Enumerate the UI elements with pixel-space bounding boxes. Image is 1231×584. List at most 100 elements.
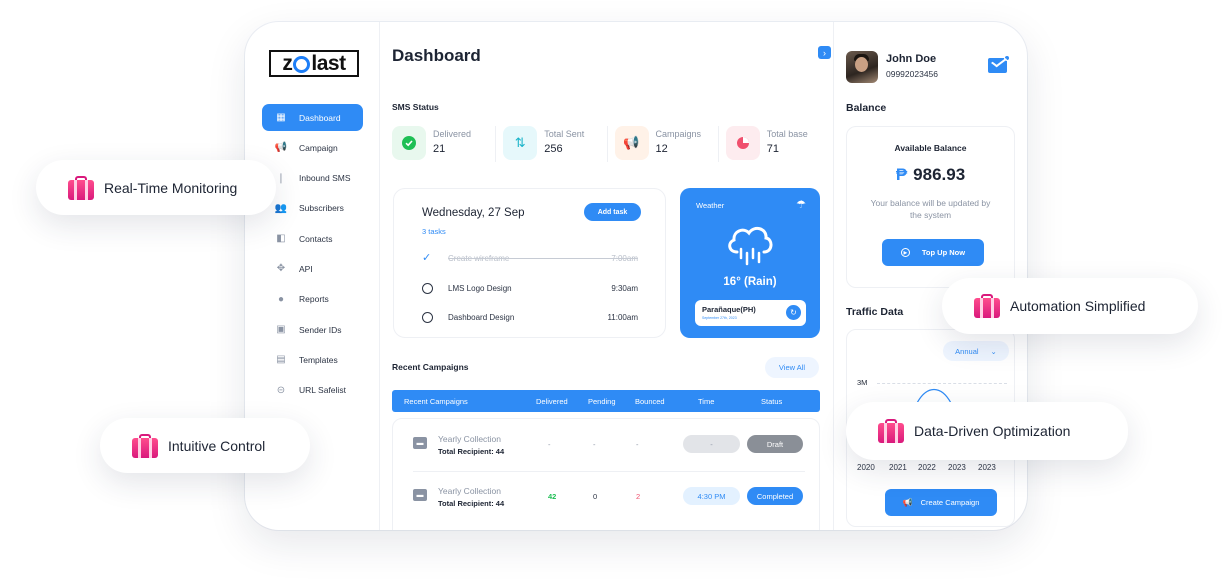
sidebar-item-url-safelist[interactable]: ⊝ URL Safelist	[262, 377, 363, 404]
mail-icon[interactable]	[988, 55, 1010, 73]
status-badge[interactable]: Draft	[747, 435, 803, 453]
x-axis-labels: 2020 2021 2022 2023 2023	[847, 463, 1014, 475]
tasks-date: Wednesday, 27 Sep	[422, 207, 525, 219]
balance-label: Available Balance	[894, 143, 967, 153]
feature-pill-intuitive: Intuitive Control	[100, 418, 310, 473]
year-label: 2020	[857, 463, 875, 472]
megaphone-icon: 📢	[902, 498, 913, 507]
balance-title: Balance	[846, 102, 887, 114]
sms-status-title: SMS Status	[392, 102, 439, 112]
subscribers-icon: 👥	[274, 202, 288, 214]
divider	[606, 126, 608, 162]
feature-pill-data: Data-Driven Optimization	[846, 402, 1128, 460]
logo-o-icon	[293, 56, 311, 73]
megaphone-icon: 📢	[614, 126, 649, 160]
campaign-recipients: Total Recipient: 44	[438, 447, 505, 456]
task-title: Dashboard Design	[448, 312, 515, 322]
user-name: John Doe	[886, 53, 937, 65]
stat-label: Total Sent	[544, 129, 585, 139]
peso-sign: ₱	[895, 165, 908, 184]
annual-label: Annual	[955, 346, 979, 356]
task-time: 9:30am	[611, 283, 638, 293]
sidebar-item-label: Templates	[299, 354, 338, 365]
top-up-label: Top Up Now	[921, 248, 966, 257]
task-item[interactable]: Dashboard Design 11:00am	[422, 310, 638, 324]
annual-dropdown[interactable]: Annual ⌄	[943, 341, 1009, 361]
pie-chart-icon	[725, 126, 760, 160]
time-cell: 4:30 PM	[683, 471, 740, 521]
sidebar-item-label: Campaign	[299, 142, 338, 153]
sidebar-item-sender-ids[interactable]: ▣ Sender IDs	[262, 316, 363, 343]
top-up-button[interactable]: ▶ Top Up Now	[882, 239, 984, 266]
sidebar-item-subscribers[interactable]: 👥 Subscribers	[262, 195, 363, 222]
refresh-icon: ↻	[790, 308, 797, 317]
sidebar-item-campaign[interactable]: 📢 Campaign	[262, 134, 363, 161]
link-icon: ⊝	[276, 384, 286, 396]
chevron-right-icon: ›	[823, 47, 826, 58]
avatar[interactable]	[846, 51, 878, 83]
inbound-icon: ❘	[276, 172, 286, 184]
stat-total-base: Total base 71	[725, 126, 822, 166]
api-icon: ✥	[276, 263, 286, 275]
chevron-down-icon: ⌄	[990, 346, 997, 356]
checkmark-icon[interactable]: ✓	[422, 252, 433, 264]
create-campaign-label: Create Campaign	[920, 498, 980, 507]
sidebar-item-dashboard[interactable]: ▦ Dashboard	[262, 104, 363, 131]
stat-label: Campaigns	[655, 129, 702, 139]
create-campaign-button[interactable]: 📢 Create Campaign	[885, 489, 997, 516]
main-content: Dashboard › SMS Status Delivered 21 ⇅ Tot…	[380, 22, 833, 530]
sidebar-item-inbound-sms[interactable]: ❘ Inbound SMS	[262, 165, 363, 192]
collapse-panel-button[interactable]: ›	[818, 46, 831, 59]
delivered-cell: 42	[548, 491, 557, 501]
arrows-updown-icon: ⇅	[503, 126, 538, 160]
stat-delivered: Delivered 21	[392, 126, 488, 166]
contacts-icon: ◧	[276, 233, 286, 245]
pill-label: Data-Driven Optimization	[914, 423, 1071, 439]
campaign-name: Yearly Collection	[438, 486, 501, 496]
megaphone-icon: 📢	[274, 142, 288, 154]
balance-card: Available Balance ₱ 986.93 Your balance w…	[846, 126, 1015, 288]
sidebar-item-api[interactable]: ✥ API	[262, 255, 363, 282]
tasks-count: 3 tasks	[422, 227, 446, 236]
radio-circle-icon[interactable]	[422, 282, 433, 294]
grid-icon: ▦	[276, 112, 286, 123]
radio-circle-icon[interactable]	[422, 311, 433, 323]
status-cell: Draft	[747, 419, 803, 469]
id-badge-icon: ▣	[276, 324, 286, 336]
sidebar-item-templates[interactable]: ▤ Templates	[262, 346, 363, 373]
task-item[interactable]: LMS Logo Design 9:30am	[422, 281, 638, 295]
column-header: Time	[698, 396, 715, 406]
briefcase-icon	[130, 433, 160, 458]
notification-dot	[1004, 55, 1010, 61]
add-task-button[interactable]: Add task	[584, 203, 641, 221]
sidebar-item-reports[interactable]: ● Reports	[262, 286, 363, 313]
refresh-button[interactable]: ↻	[786, 305, 801, 320]
year-label: 2023	[978, 463, 996, 472]
play-icon: ▶	[900, 248, 910, 257]
time-cell: -	[683, 419, 740, 469]
task-item[interactable]: ✓ Create wireframe 7:00am	[422, 251, 638, 265]
strikethrough	[448, 258, 638, 259]
delivered-cell: -	[548, 439, 551, 449]
table-row[interactable]: ▬ Yearly Collection Total Recipient: 44 …	[393, 471, 821, 521]
sidebar-item-label: Contacts	[299, 233, 333, 244]
bounced-cell: 2	[636, 491, 641, 501]
logo[interactable]: z last	[269, 50, 359, 77]
sms-stats: Delivered 21 ⇅ Total Sent 256 📢 Campaigns 1…	[392, 126, 822, 166]
balance-value: ₱ 986.93	[847, 165, 1014, 185]
view-all-button[interactable]: View All	[765, 357, 819, 378]
template-icon: ▤	[276, 354, 286, 366]
column-header: Recent Campaigns	[404, 396, 468, 406]
status-badge[interactable]: Completed	[747, 487, 803, 505]
stat-value: 71	[766, 143, 779, 155]
location-date: September 27th, 2023	[702, 316, 737, 320]
time-pill: -	[683, 435, 740, 453]
stat-value: 256	[544, 143, 563, 155]
feature-pill-automation: Automation Simplified	[942, 278, 1198, 334]
sidebar-item-contacts[interactable]: ◧ Contacts	[262, 225, 363, 252]
sidebar-item-label: Reports	[299, 294, 329, 305]
stat-label: Delivered	[433, 129, 472, 139]
stat-total-sent: ⇅ Total Sent 256	[503, 126, 599, 166]
sidebar-item-label: URL Safelist	[299, 385, 346, 396]
table-row[interactable]: ▬ Yearly Collection Total Recipient: 44 …	[393, 419, 821, 472]
